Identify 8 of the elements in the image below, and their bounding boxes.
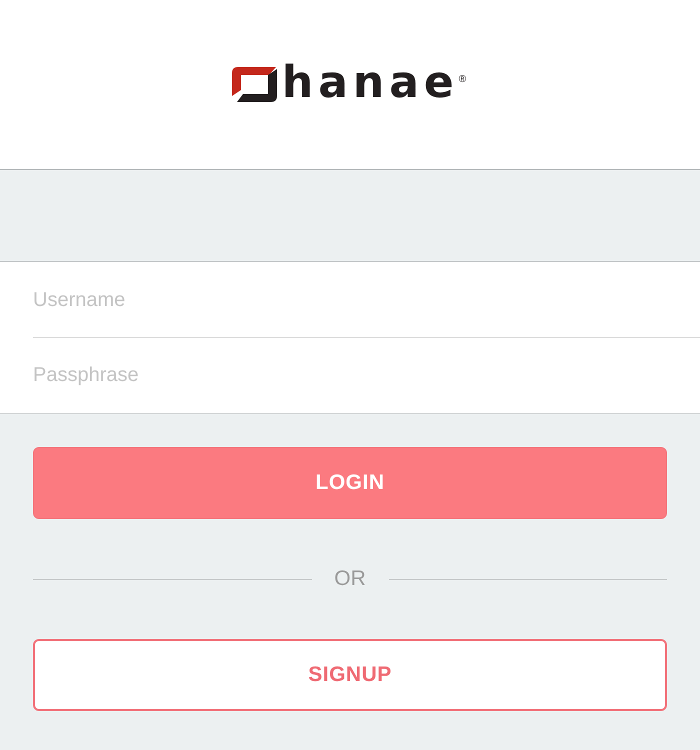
signup-button[interactable]: SIGNUP (33, 639, 667, 711)
logo-mark-icon (232, 66, 277, 102)
username-field[interactable]: Username (0, 262, 700, 338)
registered-mark: ® (458, 74, 466, 84)
or-separator-label: OR (333, 567, 367, 591)
passphrase-field[interactable]: Passphrase (0, 338, 700, 413)
logo-wordmark: hanae (282, 60, 459, 102)
login-button[interactable]: LOGIN (33, 447, 667, 519)
